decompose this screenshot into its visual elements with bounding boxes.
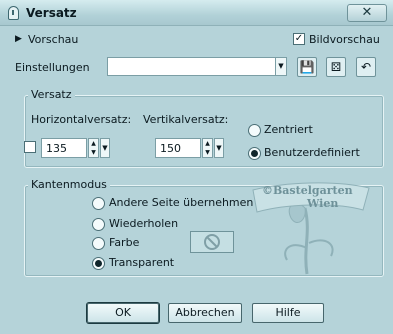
vertical-spinner[interactable]: ▲ ▼: [202, 138, 213, 158]
edge-option-radio[interactable]: [92, 257, 105, 270]
reset-icon: ↶: [360, 60, 372, 74]
offset-group-label: Versatz: [28, 88, 75, 101]
title-bar: Versatz ✕: [0, 0, 393, 26]
edge-option-radio[interactable]: [92, 237, 105, 250]
edge-option-radio[interactable]: [92, 197, 105, 210]
close-button[interactable]: ✕: [347, 4, 387, 22]
vertical-offset-input[interactable]: 150: [155, 138, 201, 158]
edge-option-radio[interactable]: [92, 218, 105, 231]
settings-dropdown[interactable]: ▼: [107, 57, 287, 76]
edge-option-label[interactable]: Farbe: [109, 236, 139, 249]
centered-label[interactable]: Zentriert: [264, 123, 313, 136]
horizontal-offset-label: Horizontalversatz:: [31, 113, 132, 126]
edge-mode-group-label: Kantenmodus: [28, 178, 110, 191]
save-preset-button[interactable]: 💾: [297, 57, 317, 77]
vertical-dropdown[interactable]: ▼: [214, 138, 224, 158]
app-icon: [8, 6, 19, 20]
save-icon: 💾: [299, 60, 315, 74]
preview-toggle[interactable]: Vorschau: [28, 33, 78, 46]
image-preview-checkbox[interactable]: ✓: [293, 33, 305, 45]
custom-label[interactable]: Benutzerdefiniert: [264, 146, 360, 159]
window-title: Versatz: [26, 6, 77, 20]
horizontal-spinner[interactable]: ▲ ▼: [88, 138, 99, 158]
help-button[interactable]: Hilfe: [252, 303, 324, 323]
color-swatch[interactable]: [190, 231, 234, 253]
chevron-down-icon: ▼: [275, 58, 286, 75]
expand-triangle-icon[interactable]: ▶: [15, 34, 22, 44]
edge-option-label[interactable]: Transparent: [109, 256, 174, 269]
ok-button[interactable]: OK: [87, 303, 159, 323]
watermark-line1: ©Bastelgarten: [262, 184, 353, 197]
horizontal-offset-input[interactable]: 135: [41, 138, 87, 158]
image-preview-label: Bildvorschau: [309, 33, 380, 46]
watermark-line2: Wien: [307, 197, 339, 210]
horizontal-dropdown[interactable]: ▼: [100, 138, 110, 158]
link-checkbox[interactable]: [24, 141, 36, 153]
vertical-offset-label: Vertikalversatz:: [143, 113, 229, 126]
settings-label: Einstellungen: [15, 61, 90, 74]
centered-radio[interactable]: [248, 124, 261, 137]
random-button[interactable]: ⚄: [326, 57, 346, 77]
dice-icon: ⚄: [330, 60, 342, 74]
edge-option-label[interactable]: Andere Seite übernehmen: [109, 196, 253, 209]
edge-option-label[interactable]: Wiederholen: [109, 217, 178, 230]
reset-button[interactable]: ↶: [356, 57, 376, 77]
no-color-icon: [204, 234, 220, 250]
cancel-button[interactable]: Abbrechen: [168, 303, 242, 323]
custom-radio[interactable]: [248, 147, 261, 160]
